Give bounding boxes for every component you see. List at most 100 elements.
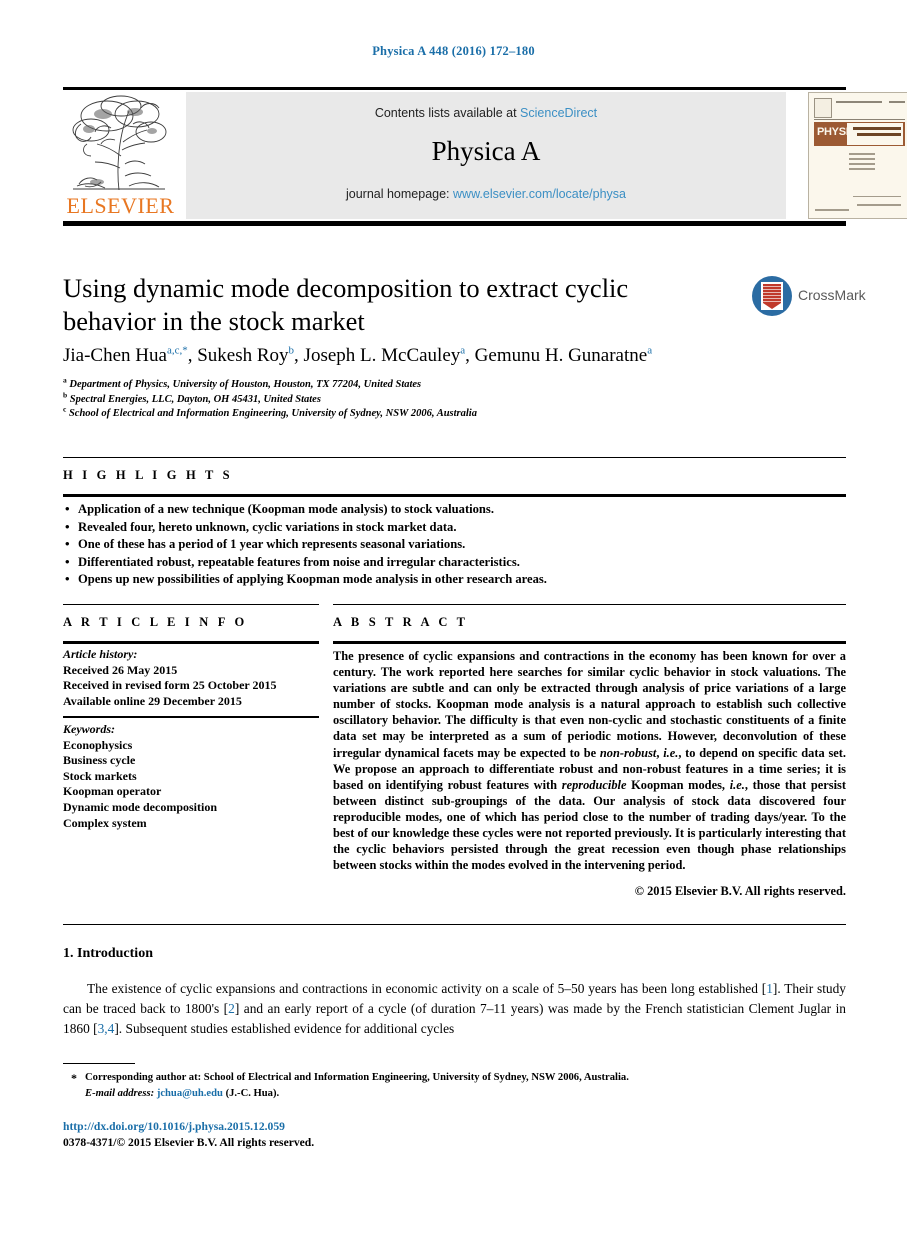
- author-list: Jia-Chen Huaa,c,*, Sukesh Royb, Joseph L…: [63, 344, 653, 366]
- highlights-list: Application of a new technique (Koopman …: [63, 500, 846, 589]
- corresponding-author-note: Corresponding author at: School of Elect…: [85, 1072, 629, 1083]
- running-head: Physica A 448 (2016) 172–180: [372, 44, 535, 58]
- citation-link[interactable]: 3,4: [98, 1021, 115, 1036]
- elsevier-tree-icon: [72, 95, 167, 191]
- crossmark-icon: [752, 276, 792, 316]
- list-item: One of these has a period of 1 year whic…: [63, 535, 846, 554]
- cover-title-band: PHYSICA: [814, 122, 905, 146]
- footnote-star-marker: *: [71, 1071, 77, 1085]
- article-info-heading: A R T I C L E I N F O: [63, 615, 248, 629]
- journal-banner: Contents lists available at ScienceDirec…: [186, 92, 786, 219]
- author-affiliation-marker[interactable]: a: [460, 345, 465, 357]
- article-info-mid-rule: [63, 641, 319, 644]
- list-item: Revealed four, hereto unknown, cyclic va…: [63, 518, 846, 537]
- cover-footer-line-1: [815, 209, 849, 211]
- email-suffix: (J.-C. Hua).: [225, 1088, 280, 1099]
- author-affiliation-marker[interactable]: a,c,*: [167, 345, 188, 357]
- abstract-emphasis-1: non-robust: [599, 745, 657, 760]
- abstract-mid-rule: [333, 641, 846, 644]
- doi-block: http://dx.doi.org/10.1016/j.physa.2015.1…: [63, 1119, 846, 1151]
- abstract-emphasis-2: i.e.: [663, 745, 679, 760]
- article-history-item: Received 26 May 2015: [63, 662, 178, 677]
- article-history: Article history: Received 26 May 2015 Re…: [63, 647, 319, 709]
- contents-line: Contents lists available at ScienceDirec…: [186, 106, 786, 120]
- affiliation-text: School of Electrical and Information Eng…: [68, 408, 477, 419]
- cover-divider: [853, 196, 901, 197]
- keyword-item: Dynamic mode decomposition: [63, 799, 217, 814]
- article-history-item: Available online 29 December 2015: [63, 693, 242, 708]
- author-name: Gemunu H. Gunaratne: [474, 345, 648, 366]
- doi-link[interactable]: http://dx.doi.org/10.1016/j.physa.2015.1…: [63, 1119, 846, 1135]
- keywords-label: Keywords:: [63, 722, 115, 736]
- affiliation-text: Spectral Energies, LLC, Dayton, OH 45431…: [69, 393, 321, 405]
- affiliation-item: a Department of Physics, University of H…: [63, 375, 763, 393]
- abstract-text-1: The presence of cyclic expansions and co…: [333, 649, 846, 760]
- issn-copyright-line: 0378-4371/© 2015 Elsevier B.V. All right…: [63, 1136, 315, 1149]
- citation-link[interactable]: 2: [228, 1001, 235, 1016]
- page-title: Using dynamic mode decomposition to extr…: [63, 273, 629, 336]
- abstract-top-rule: [333, 604, 846, 605]
- journal-homepage-link[interactable]: www.elsevier.com/locate/physa: [453, 187, 626, 201]
- affiliation-text: Department of Physics, University of Hou…: [69, 379, 422, 390]
- highlights-bottom-rule: [63, 494, 846, 497]
- highlights-top-rule: [63, 457, 846, 458]
- author-name: Joseph L. McCauley: [303, 345, 461, 366]
- masthead-bottom-rule: [63, 221, 846, 226]
- affiliation-marker: b: [63, 390, 68, 399]
- article-history-item: Received in revised form 25 October 2015: [63, 678, 277, 693]
- article-info-top-rule: [63, 604, 319, 605]
- cover-editor-lines: [849, 153, 875, 173]
- abstract-emphasis-4: i.e.: [729, 777, 745, 792]
- citation-link[interactable]: 1: [766, 981, 773, 996]
- abstract-heading: A B S T R A C T: [333, 615, 469, 629]
- journal-cover-thumbnail: PHYSICA: [808, 92, 907, 219]
- section-heading-introduction: 1. Introduction: [63, 946, 153, 961]
- abstract-text-4: Koopman modes,: [626, 777, 730, 792]
- footnote-block: * Corresponding author at: School of Ele…: [63, 1070, 846, 1102]
- list-item: Opens up new possibilities of applying K…: [63, 570, 846, 589]
- cover-top-bar: [814, 97, 905, 120]
- cover-footer-line-2: [857, 204, 901, 206]
- author-affiliation-marker[interactable]: b: [289, 345, 295, 357]
- email-link[interactable]: jchua@uh.edu: [157, 1088, 223, 1099]
- journal-masthead: ELSEVIER Contents lists available at Sci…: [63, 92, 907, 219]
- contents-prefix: Contents lists available at: [374, 106, 521, 120]
- cover-subtitle-line-1: [853, 127, 901, 130]
- intro-text-1: The existence of cyclic expansions and c…: [87, 981, 767, 996]
- list-item: Differentiated robust, repeatable featur…: [63, 553, 846, 572]
- author-affiliation-marker[interactable]: a: [647, 345, 652, 357]
- abstract-bottom-rule: [63, 924, 846, 925]
- cover-top-text-1: [836, 101, 882, 103]
- homepage-prefix: journal homepage:: [345, 187, 454, 201]
- cover-publisher-mark: [814, 98, 832, 118]
- article-first-page: Physica A 448 (2016) 172–180 ELSEVIER Co…: [0, 0, 907, 1238]
- footnote-rule: [63, 1063, 135, 1064]
- sciencedirect-link[interactable]: ScienceDirect: [520, 106, 597, 120]
- abstract-body: The presence of cyclic expansions and co…: [333, 648, 846, 873]
- affiliation-item: c School of Electrical and Information E…: [63, 405, 763, 422]
- keywords-top-rule: [63, 716, 319, 718]
- crossmark-label: CrossMark: [798, 287, 866, 303]
- crossmark-badge[interactable]: CrossMark: [752, 276, 866, 320]
- homepage-line: journal homepage: www.elsevier.com/locat…: [186, 187, 786, 201]
- affiliation-marker: a: [63, 375, 67, 385]
- journal-title: Physica A: [431, 136, 541, 166]
- article-history-label: Article history:: [63, 647, 138, 661]
- cover-top-text-2: [889, 101, 905, 103]
- intro-text-4: ]. Subsequent studies established eviden…: [114, 1021, 455, 1036]
- abstract-emphasis-3: reproducible: [561, 777, 627, 792]
- keyword-item: Complex system: [63, 815, 147, 830]
- email-note: E-mail address: jchua@uh.edu (J.-C. Hua)…: [63, 1086, 846, 1102]
- cover-subtitle-line-2: [857, 133, 901, 136]
- email-label: E-mail address:: [85, 1088, 155, 1099]
- masthead-top-rule: [63, 87, 846, 90]
- author-name: Sukesh Roy: [197, 345, 289, 366]
- keyword-item: Koopman operator: [63, 784, 162, 799]
- affiliation-list: a Department of Physics, University of H…: [63, 375, 763, 422]
- keyword-item: Stock markets: [63, 768, 137, 783]
- keyword-item: Econophysics: [63, 737, 133, 752]
- elsevier-wordmark: ELSEVIER: [66, 193, 175, 218]
- elsevier-logo: ELSEVIER: [63, 92, 178, 219]
- keyword-item: Business cycle: [63, 753, 136, 768]
- affiliation-item: b Spectral Energies, LLC, Dayton, OH 454…: [63, 390, 763, 408]
